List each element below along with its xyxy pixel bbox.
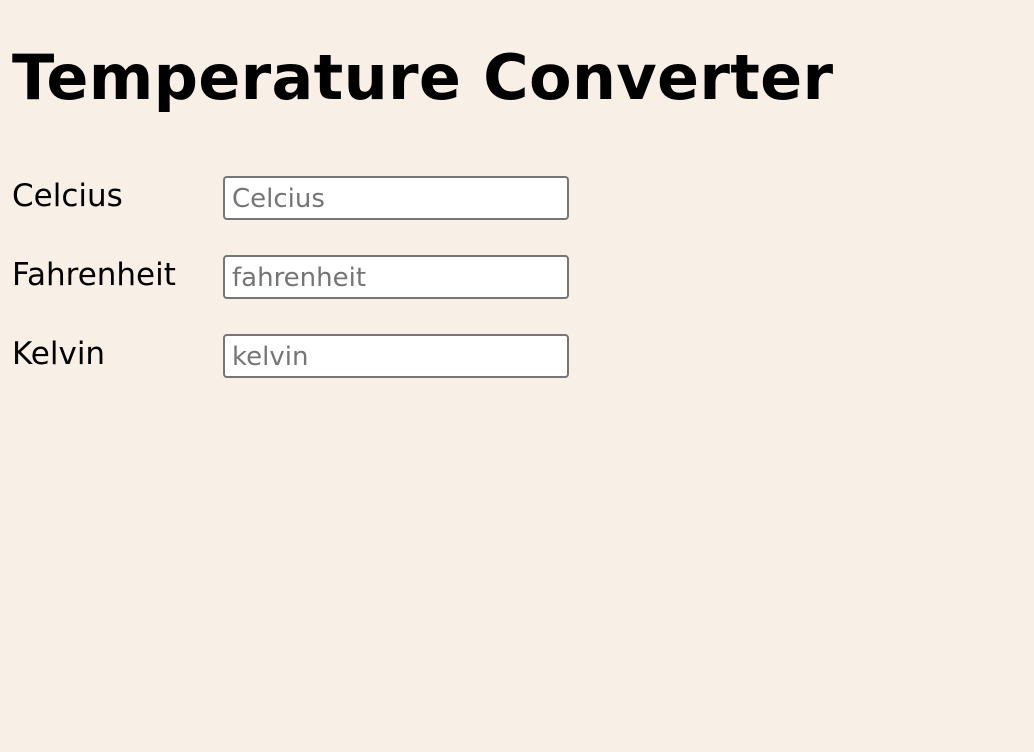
fahrenheit-row: Fahrenheit (12, 255, 582, 299)
kelvin-row: Kelvin (12, 334, 582, 378)
celcius-label: Celcius (12, 178, 123, 214)
page-title: Temperature Converter (12, 41, 834, 114)
fahrenheit-label: Fahrenheit (12, 257, 176, 293)
kelvin-input[interactable] (223, 334, 569, 378)
fahrenheit-input[interactable] (223, 255, 569, 299)
celcius-input[interactable] (223, 176, 569, 220)
kelvin-label: Kelvin (12, 336, 106, 372)
celcius-row: Celcius (12, 176, 582, 220)
